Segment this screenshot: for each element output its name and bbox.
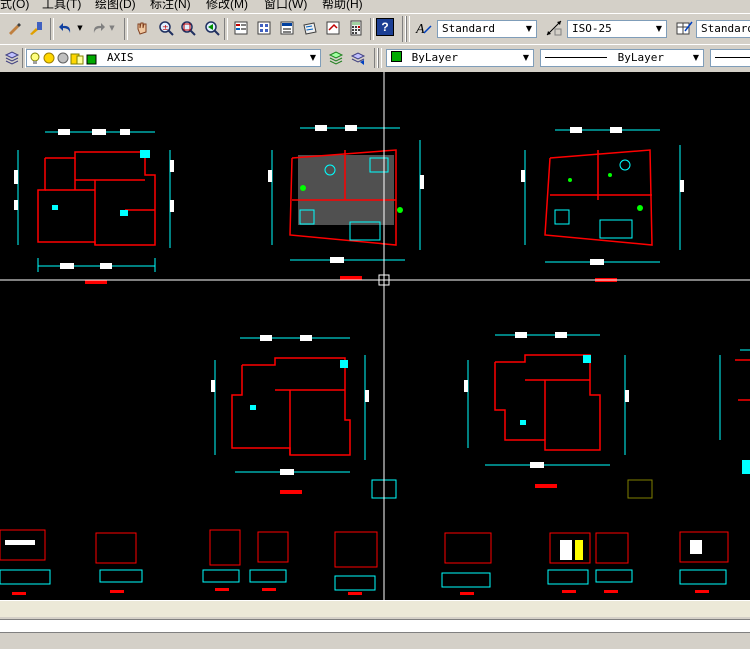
svg-text:A: A xyxy=(415,22,425,37)
zoom-realtime-icon[interactable]: ± xyxy=(156,18,176,38)
layer-state-icons xyxy=(30,52,97,65)
floor-plan-original xyxy=(14,129,174,284)
menu-tools[interactable]: 工具(T) xyxy=(42,0,81,12)
properties-icon[interactable] xyxy=(231,18,251,38)
svg-text:±: ± xyxy=(162,23,169,32)
lineweight-control-combo[interactable] xyxy=(710,49,750,67)
menu-dimension[interactable]: 标注(N) xyxy=(150,0,191,12)
undo-dropdown-icon[interactable]: ▼ xyxy=(74,18,86,38)
chevron-down-icon: ▼ xyxy=(655,24,663,33)
table-style-combo[interactable]: Standard xyxy=(696,20,750,38)
chevron-down-icon: ▼ xyxy=(522,53,530,62)
linetype-control-combo[interactable]: ByLayer ▼ xyxy=(540,49,704,67)
linetype-value: ByLayer xyxy=(617,51,664,64)
elevation-drawings xyxy=(0,529,729,595)
zoom-window-icon[interactable] xyxy=(178,18,198,38)
match-properties-icon[interactable] xyxy=(4,18,24,38)
color-swatch xyxy=(391,51,402,62)
color-value: ByLayer xyxy=(411,51,458,64)
menu-format[interactable]: 式(O) xyxy=(0,0,29,12)
floor-plan-ceiling xyxy=(464,332,653,499)
menu-draw[interactable]: 绘图(D) xyxy=(95,0,136,12)
linetype-sample xyxy=(545,57,607,58)
text-style-value: Standard xyxy=(442,22,495,35)
quickcalc-icon[interactable] xyxy=(346,18,366,38)
command-line[interactable] xyxy=(0,619,750,633)
floor-plan-layout xyxy=(521,127,684,282)
current-layer-name: AXIS xyxy=(107,51,134,64)
text-style-icon[interactable]: A xyxy=(414,18,434,38)
dimension-style-combo[interactable]: ISO-25 ▼ xyxy=(567,20,667,38)
zoom-previous-icon[interactable] xyxy=(202,18,222,38)
table-style-icon[interactable] xyxy=(674,18,694,38)
design-center-icon[interactable] xyxy=(254,18,274,38)
chevron-down-icon: ▼ xyxy=(309,53,317,62)
redo-icon[interactable] xyxy=(88,18,108,38)
lineweight-sample xyxy=(715,57,750,58)
dimension-style-icon[interactable] xyxy=(544,18,564,38)
sheet-set-icon[interactable] xyxy=(300,18,320,38)
drawing-canvas[interactable] xyxy=(0,72,750,600)
menu-bar: 式(O) 工具(T) 绘图(D) 标注(N) 修改(M) 窗口(W) 帮助(H) xyxy=(0,0,750,12)
floor-plan-furnished xyxy=(268,125,424,280)
menu-help[interactable]: 帮助(H) xyxy=(322,0,363,12)
color-control-combo[interactable]: ByLayer ▼ xyxy=(386,49,534,67)
markup-icon[interactable] xyxy=(323,18,343,38)
text-style-combo[interactable]: Standard ▼ xyxy=(437,20,537,38)
menu-window[interactable]: 窗口(W) xyxy=(264,0,307,12)
tool-palettes-icon[interactable] xyxy=(277,18,297,38)
layer-properties-manager-icon[interactable] xyxy=(2,48,22,68)
pan-realtime-icon[interactable] xyxy=(132,18,152,38)
dimension-style-value: ISO-25 xyxy=(572,22,612,35)
table-style-value: Standard xyxy=(701,22,750,35)
layer-previous-icon[interactable] xyxy=(348,48,368,68)
menu-modify[interactable]: 修改(M) xyxy=(206,0,248,12)
standard-toolbar: ▼ ▼ ± ? A Standard ▼ ISO-25 ▼ Standard xyxy=(0,13,750,45)
floor-plan-demolition xyxy=(211,335,397,499)
make-object-layer-current-icon[interactable] xyxy=(326,48,346,68)
floor-plan-partial xyxy=(719,349,750,474)
chevron-down-icon: ▼ xyxy=(525,24,533,33)
paint-brush-icon[interactable] xyxy=(26,18,46,38)
layers-toolbar: AXIS ▼ ByLayer ▼ ByLayer ▼ xyxy=(0,44,750,73)
redo-dropdown-icon[interactable]: ▼ xyxy=(106,18,118,38)
horizontal-scrollbar[interactable] xyxy=(0,600,750,617)
cad-drawing xyxy=(0,72,750,600)
chevron-down-icon: ▼ xyxy=(692,53,700,62)
help-icon[interactable]: ? xyxy=(376,18,394,36)
layer-combo[interactable]: AXIS ▼ xyxy=(26,49,321,67)
undo-icon[interactable] xyxy=(56,18,76,38)
